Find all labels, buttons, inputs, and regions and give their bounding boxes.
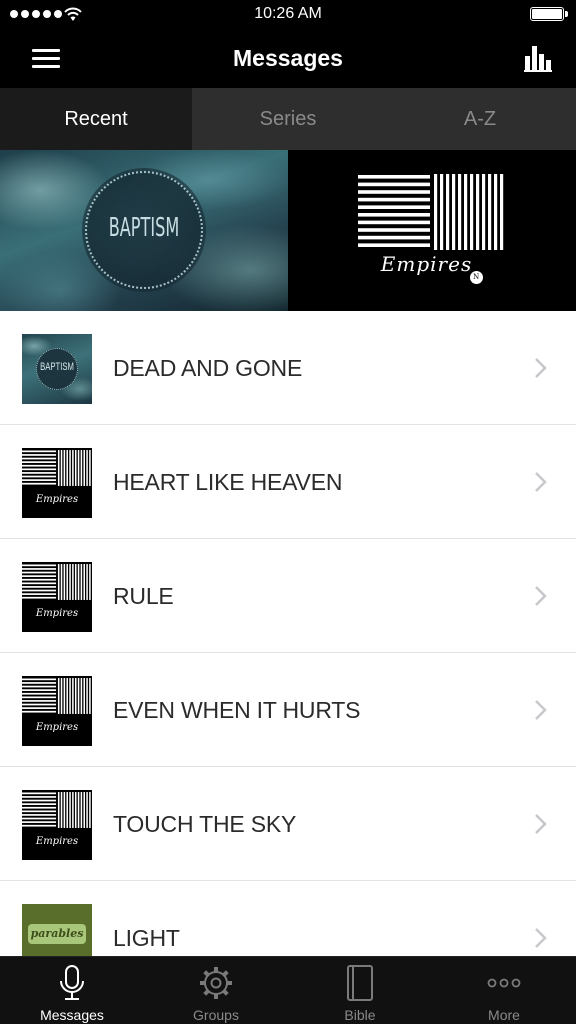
message-thumbnail: Empires <box>22 562 92 632</box>
empires-stripes-graphic <box>358 174 504 250</box>
tabbar-label: Groups <box>193 1007 239 1023</box>
message-title: TOUCH THE SKY <box>113 811 297 837</box>
page-title: Messages <box>233 45 343 71</box>
gear-icon <box>200 967 232 999</box>
tab-recent[interactable]: Recent <box>0 88 192 150</box>
chevron-right-icon <box>535 700 547 720</box>
list-item[interactable]: BAPTISM DEAD AND GONE <box>0 311 576 425</box>
tabbar-more[interactable]: More <box>432 957 576 1024</box>
hamburger-menu-icon[interactable] <box>30 46 64 70</box>
message-list: BAPTISM DEAD AND GONE Empires HEART LIKE… <box>0 311 576 956</box>
tabbar-messages[interactable]: Messages <box>0 957 144 1024</box>
tabbar-bible[interactable]: Bible <box>288 957 432 1024</box>
message-thumbnail: Empires <box>22 448 92 518</box>
chevron-right-icon <box>535 472 547 492</box>
battery-icon <box>530 7 568 21</box>
message-title: DEAD AND GONE <box>113 355 303 381</box>
message-thumbnail: Empires <box>22 676 92 746</box>
bottom-tab-bar: Messages Groups Bible More <box>0 956 576 1024</box>
chevron-right-icon <box>535 586 547 606</box>
message-thumbnail: BAPTISM <box>22 334 92 404</box>
featured-series-banner: BAPTISM EmpiresN <box>0 150 576 311</box>
tab-a-z[interactable]: A-Z <box>384 88 576 150</box>
message-title: HEART LIKE HEAVEN <box>113 469 343 495</box>
message-thumbnail: Empires <box>22 790 92 860</box>
message-title: EVEN WHEN IT HURTS <box>113 697 361 723</box>
list-item[interactable]: Empires RULE <box>0 539 576 653</box>
list-item[interactable]: Empires EVEN WHEN IT HURTS <box>0 653 576 767</box>
chevron-right-icon <box>535 358 547 378</box>
bar-chart-icon[interactable] <box>524 44 554 72</box>
list-item[interactable]: Empires HEART LIKE HEAVEN <box>0 425 576 539</box>
navigation-bar: Messages <box>0 30 576 88</box>
ellipsis-icon <box>487 978 521 988</box>
chevron-right-icon <box>535 928 547 948</box>
tabbar-label: More <box>488 1007 520 1023</box>
message-thumbnail: parables <box>22 904 92 956</box>
chevron-right-icon <box>535 814 547 834</box>
list-item[interactable]: Empires TOUCH THE SKY <box>0 767 576 881</box>
microphone-icon <box>60 965 84 1000</box>
status-bar: 10:26 AM <box>0 0 576 30</box>
battery-fill <box>532 9 562 19</box>
status-time: 10:26 AM <box>254 5 322 22</box>
baptism-title: BAPTISM <box>108 213 180 243</box>
message-title: RULE <box>113 583 174 609</box>
list-item[interactable]: parables LIGHT <box>0 881 576 956</box>
featured-baptism-series[interactable]: BAPTISM <box>0 150 288 311</box>
tabbar-label: Messages <box>40 1007 104 1023</box>
segmented-tabs: Recent Series A-Z <box>0 88 576 150</box>
message-title: LIGHT <box>113 925 180 951</box>
tabbar-label: Bible <box>344 1007 376 1023</box>
tab-series[interactable]: Series <box>192 88 384 150</box>
featured-empires-series[interactable]: EmpiresN <box>288 150 576 311</box>
empires-logo: EmpiresN <box>288 252 576 284</box>
tabbar-groups[interactable]: Groups <box>144 957 288 1024</box>
book-icon <box>347 965 373 1001</box>
baptism-emblem: BAPTISM <box>85 171 203 289</box>
